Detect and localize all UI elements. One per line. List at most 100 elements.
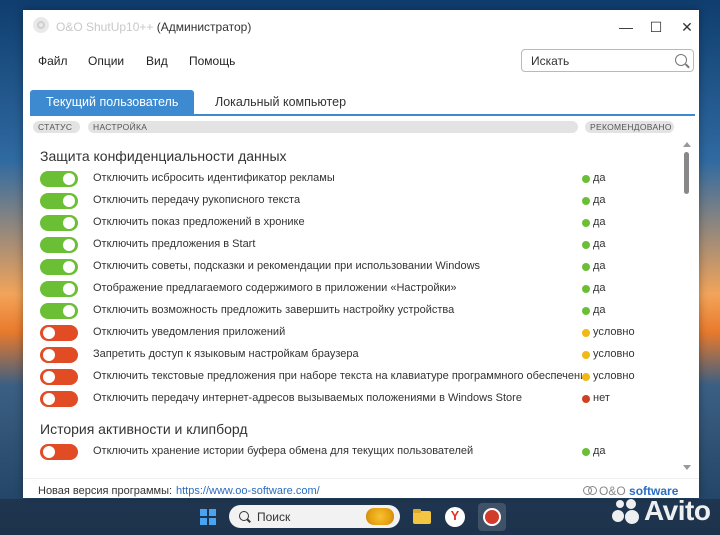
setting-label: Отключить исбросить идентификатор реклам…: [93, 172, 335, 184]
toggle-knob: [63, 283, 75, 295]
toggle-knob: [63, 195, 75, 207]
recommendation-text: да: [593, 194, 606, 206]
setting-label: Отключить возможность предложить заверши…: [93, 304, 455, 316]
tab-local-computer[interactable]: Локальный компьютер: [199, 90, 362, 114]
oo-rings-icon: [583, 486, 597, 496]
setting-row[interactable]: Отключить советы, подсказки и рекомендац…: [23, 256, 683, 278]
status-dot-icon: [582, 351, 590, 359]
vertical-scrollbar[interactable]: [682, 142, 692, 470]
minimize-button[interactable]: —: [613, 16, 639, 38]
status-dot-icon: [582, 329, 590, 337]
setting-row[interactable]: Запретить доступ к языковым настройкам б…: [23, 344, 683, 366]
setting-row[interactable]: Отключить возможность предложить заверши…: [23, 300, 683, 322]
setting-row[interactable]: Отключить уведомления приложений условно: [23, 322, 683, 344]
toggle-knob: [63, 239, 75, 251]
setting-row[interactable]: Отключить исбросить идентификатор реклам…: [23, 168, 683, 190]
setting-row[interactable]: Отключить передачу рукописного текста да: [23, 190, 683, 212]
recommendation: да: [582, 194, 606, 206]
update-notice: Новая версия программы:: [38, 485, 173, 497]
recommendation: да: [582, 238, 606, 250]
setting-row[interactable]: Отключить предложения в Start да: [23, 234, 683, 256]
setting-row[interactable]: Отключить показ предложений в хронике да: [23, 212, 683, 234]
file-explorer-icon[interactable]: [412, 507, 432, 527]
scroll-thumb[interactable]: [684, 152, 689, 194]
recommendation: условно: [582, 326, 635, 338]
shutup-app-icon[interactable]: [478, 503, 506, 531]
setting-label: Отключить предложения в Start: [93, 238, 256, 250]
setting-toggle[interactable]: [40, 391, 78, 407]
setting-label: Отображение предлагаемого содержимого в …: [93, 282, 457, 294]
menu-view[interactable]: Вид: [146, 54, 168, 68]
toggle-knob: [63, 261, 75, 273]
recommendation-text: да: [593, 172, 606, 184]
recommendation-text: да: [593, 238, 606, 250]
setting-row[interactable]: Отключить текстовые предложения при набо…: [23, 366, 683, 388]
tab-current-user[interactable]: Текущий пользователь: [30, 90, 195, 114]
toggle-knob: [63, 217, 75, 229]
update-link[interactable]: https://www.oo-software.com/: [176, 485, 320, 497]
status-dot-icon: [582, 285, 590, 293]
setting-toggle[interactable]: [40, 259, 78, 275]
status-dot-icon: [582, 448, 590, 456]
setting-row[interactable]: Отображение предлагаемого содержимого в …: [23, 278, 683, 300]
search-box[interactable]: [521, 49, 694, 72]
setting-label: Отключить уведомления приложений: [93, 326, 286, 338]
scroll-down-icon[interactable]: [683, 465, 691, 470]
setting-row[interactable]: Отключить хранение истории буфера обмена…: [23, 441, 683, 463]
column-header-status[interactable]: СТАТУС: [33, 121, 80, 133]
recommendation: да: [582, 282, 606, 294]
setting-toggle[interactable]: [40, 325, 78, 341]
setting-toggle[interactable]: [40, 193, 78, 209]
yandex-browser-icon[interactable]: [445, 507, 465, 527]
setting-row[interactable]: Отключить передачу интернет-адресов вызы…: [23, 388, 683, 410]
toggle-knob: [43, 371, 55, 383]
setting-toggle[interactable]: [40, 171, 78, 187]
window-title: O&O ShutUp10++ (Администратор): [56, 20, 251, 34]
close-button[interactable]: ✕: [674, 16, 700, 38]
windows-start-icon[interactable]: [200, 509, 216, 525]
window-title-app: O&O ShutUp10++: [56, 20, 154, 34]
scroll-up-icon[interactable]: [683, 142, 691, 147]
setting-label: Отключить советы, подсказки и рекомендац…: [93, 260, 481, 272]
recommendation: да: [582, 216, 606, 228]
search-icon[interactable]: [675, 54, 687, 66]
toggle-knob: [63, 173, 75, 185]
recommendation-text: да: [593, 282, 606, 294]
menu-options[interactable]: Опции: [88, 54, 124, 68]
status-dot-icon: [582, 219, 590, 227]
recommendation-text: условно: [593, 370, 635, 382]
window-title-admin: (Администратор): [153, 20, 252, 34]
status-dot-icon: [582, 307, 590, 315]
setting-toggle[interactable]: [40, 444, 78, 460]
status-dot-icon: [582, 197, 590, 205]
setting-toggle[interactable]: [40, 347, 78, 363]
recommendation: условно: [582, 348, 635, 360]
taskbar-search-icon: [239, 511, 249, 521]
column-header-setting[interactable]: НАСТРОЙКА: [88, 121, 578, 133]
recommendation-text: условно: [593, 326, 635, 338]
recommendation: нет: [582, 392, 610, 404]
recommendation-text: нет: [593, 392, 610, 404]
toggle-knob: [43, 393, 55, 405]
toggle-knob: [63, 305, 75, 317]
column-header-recommended[interactable]: РЕКОМЕНДОВАНО: [585, 121, 674, 133]
status-dot-icon: [582, 263, 590, 271]
recommendation-text: да: [593, 260, 606, 272]
app-logo-icon: [33, 17, 49, 33]
setting-toggle[interactable]: [40, 303, 78, 319]
setting-toggle[interactable]: [40, 215, 78, 231]
taskbar-search[interactable]: Поиск: [229, 505, 400, 528]
setting-toggle[interactable]: [40, 237, 78, 253]
status-bar: Новая версия программы: https://www.oo-s…: [23, 478, 699, 499]
menu-file[interactable]: Файл: [38, 54, 68, 68]
recommendation: да: [582, 304, 606, 316]
setting-label: Отключить текстовые предложения при набо…: [93, 370, 583, 382]
status-dot-icon: [582, 395, 590, 403]
recommendation: да: [582, 260, 606, 272]
taskbar-search-text: Поиск: [257, 510, 291, 524]
maximize-button[interactable]: ☐: [643, 16, 669, 38]
setting-toggle[interactable]: [40, 369, 78, 385]
menu-help[interactable]: Помощь: [189, 54, 235, 68]
search-input[interactable]: [529, 53, 673, 69]
setting-toggle[interactable]: [40, 281, 78, 297]
